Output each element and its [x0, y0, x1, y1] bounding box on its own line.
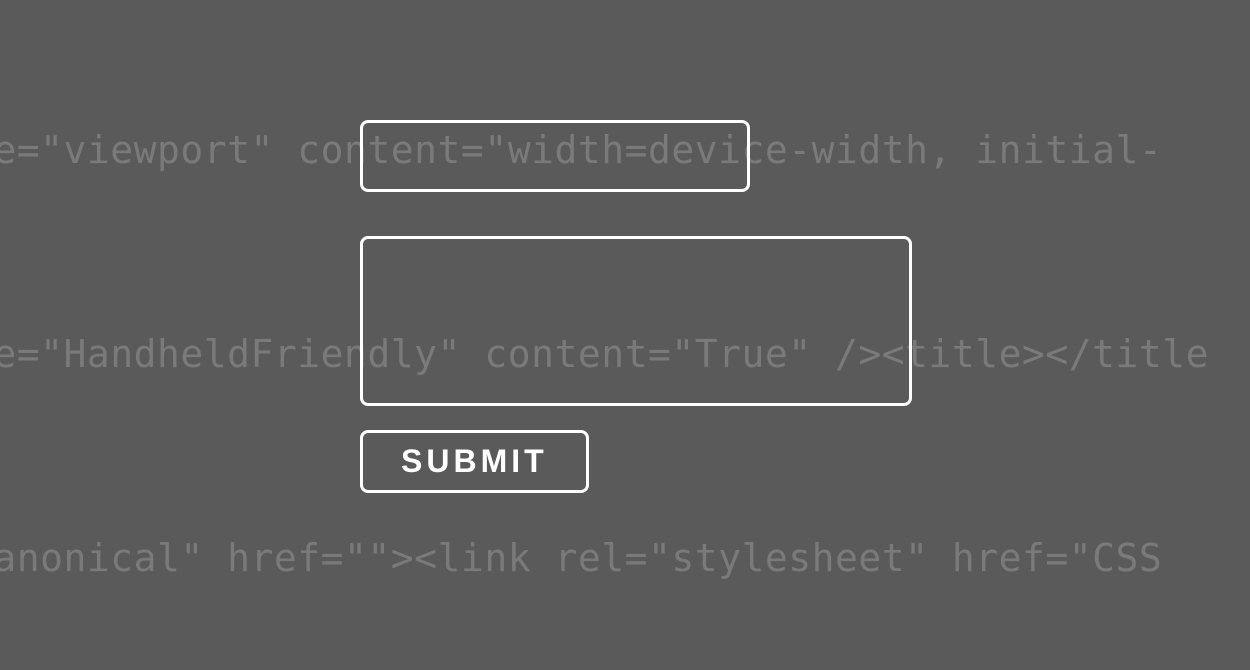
- submit-button[interactable]: SUBMIT: [360, 430, 589, 493]
- contact-form: SUBMIT: [360, 120, 912, 493]
- text-input[interactable]: [360, 120, 750, 192]
- bg-line: canonical" href=""><link rel="stylesheet…: [0, 524, 1250, 592]
- message-textarea[interactable]: [360, 236, 912, 406]
